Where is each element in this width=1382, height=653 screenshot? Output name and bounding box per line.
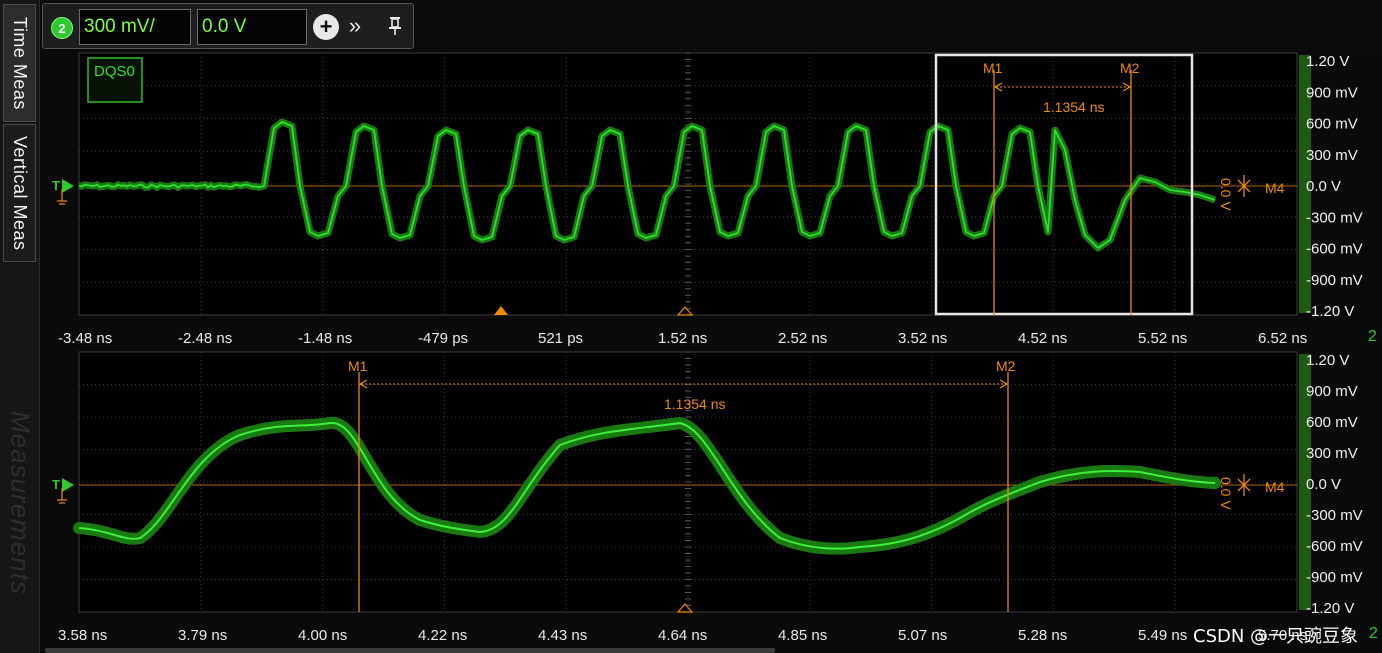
svg-text:M4: M4 [1265,180,1285,196]
overview-y-tick-label: -300 mV [1306,209,1363,226]
zoom-x-tick-label: 5.49 ns [1138,627,1187,644]
overview-x-tick-label: -2.48 ns [178,330,232,347]
channel-label-text: DQS0 [94,63,135,80]
zoom-y-tick-label: 0.0 V [1306,476,1341,493]
vertical-scale-field[interactable]: 300 mV/ [79,9,191,45]
overview-y-tick-label: -600 mV [1306,241,1363,258]
overview-y-tick-label: 900 mV [1306,84,1358,101]
overview-y-tick-label: 300 mV [1306,147,1358,164]
channel-badge[interactable]: 2 [51,17,73,39]
plus-circle-icon[interactable]: + [313,14,339,40]
overview-marker-m2-label: M2 [1120,60,1140,76]
zoom-y-tick-label: -600 mV [1306,538,1363,555]
zoom-y-tick-label: -300 mV [1306,507,1363,524]
zoom-y-tick-label: 900 mV [1306,383,1358,400]
overview-x-tick-label: 521 ps [538,330,583,347]
overview-marker-m1-label: M1 [983,60,1003,76]
zoom-y-tick-label: 1.20 V [1306,352,1349,369]
zoom-y-tick-label: 300 mV [1306,445,1358,462]
zoom-y-tick-label: -1.20 V [1306,600,1354,617]
overview-x-tick-label: 5.52 ns [1138,330,1187,347]
overview-x-tick-label: -479 ps [418,330,468,347]
zoom-zero-level-label: 0.0 V [1218,477,1234,510]
vertical-offset-field[interactable]: 0.0 V [197,9,307,45]
zoom-x-tick-label: 4.43 ns [538,627,587,644]
zoom-x-tick-label: 4.85 ns [778,627,827,644]
zoom-x-tick-label: 5.07 ns [898,627,947,644]
overview-channel-number: 2 [1368,328,1377,345]
double-chevron-right-icon[interactable]: » [343,10,367,42]
overview-x-tick-label: 2.52 ns [778,330,827,347]
overview-x-tick-label: -3.48 ns [58,330,112,347]
zoom-x-tick-label: 4.00 ns [298,627,347,644]
watermark-text: CSDN @一只豌豆象 [1193,626,1359,647]
overview-y-tick-label: 600 mV [1306,116,1358,133]
tab-time-meas-label: Time Meas [10,16,30,110]
scope-display[interactable]: -3.48 ns -2.48 ns -1.48 ns -479 ps 521 ps 1.5… [40,50,1382,653]
overview-x-tick-label: 6.52 ns [1258,330,1307,347]
overview-y-tick-label: 0.0 V [1306,178,1341,195]
overview-delta-value: 1.1354 ns [1043,99,1105,115]
pin-icon[interactable] [383,12,407,40]
svg-text:T: T [52,178,60,193]
channel-toolbar: 2 300 mV/ 0.0 V + » [42,3,414,49]
overview-zero-level-label: 0.0 V [1218,178,1234,211]
measurements-panel-label: Measurements [4,390,36,615]
overview-y-tick-label: 1.20 V [1306,53,1349,70]
zoom-x-tick-label: 3.79 ns [178,627,227,644]
zoom-x-tick-label: 5.28 ns [1018,627,1067,644]
overview-panel[interactable]: -3.48 ns -2.48 ns -1.48 ns -479 ps 521 ps 1.5… [52,52,1363,347]
zoom-x-tick-label: 4.64 ns [658,627,707,644]
horizontal-scrollbar[interactable] [45,648,775,653]
zoom-x-tick-label: 3.58 ns [58,627,107,644]
zoom-channel-number: 2 [1369,625,1378,642]
measurements-label-text: Measurements [5,410,36,595]
overview-y-tick-label: -900 mV [1306,272,1363,289]
svg-text:M4: M4 [1265,479,1285,495]
side-panel: Time Meas Vertical Meas Measurements [0,0,40,653]
zoom-marker-m2-label: M2 [996,358,1016,374]
zoom-y-tick-label: -900 mV [1306,569,1363,586]
overview-x-tick-label: 4.52 ns [1018,330,1067,347]
tab-time-meas[interactable]: Time Meas [3,4,36,122]
tab-vertical-meas[interactable]: Vertical Meas [3,124,36,262]
zoom-x-tick-label: 4.22 ns [418,627,467,644]
overview-x-tick-label: 3.52 ns [898,330,947,347]
overview-x-tick-label: 1.52 ns [658,330,707,347]
tab-vertical-meas-label: Vertical Meas [10,135,30,251]
overview-y-tick-label: -1.20 V [1306,303,1354,320]
zoom-y-tick-label: 600 mV [1306,414,1358,431]
overview-x-tick-label: -1.48 ns [298,330,352,347]
zoom-delta-value: 1.1354 ns [664,396,726,412]
svg-text:T: T [52,477,60,492]
zoom-marker-m1-label: M1 [348,358,368,374]
zoom-panel[interactable]: 3.58 ns 3.79 ns 4.00 ns 4.22 ns 4.43 ns 4.64 … [52,351,1363,644]
